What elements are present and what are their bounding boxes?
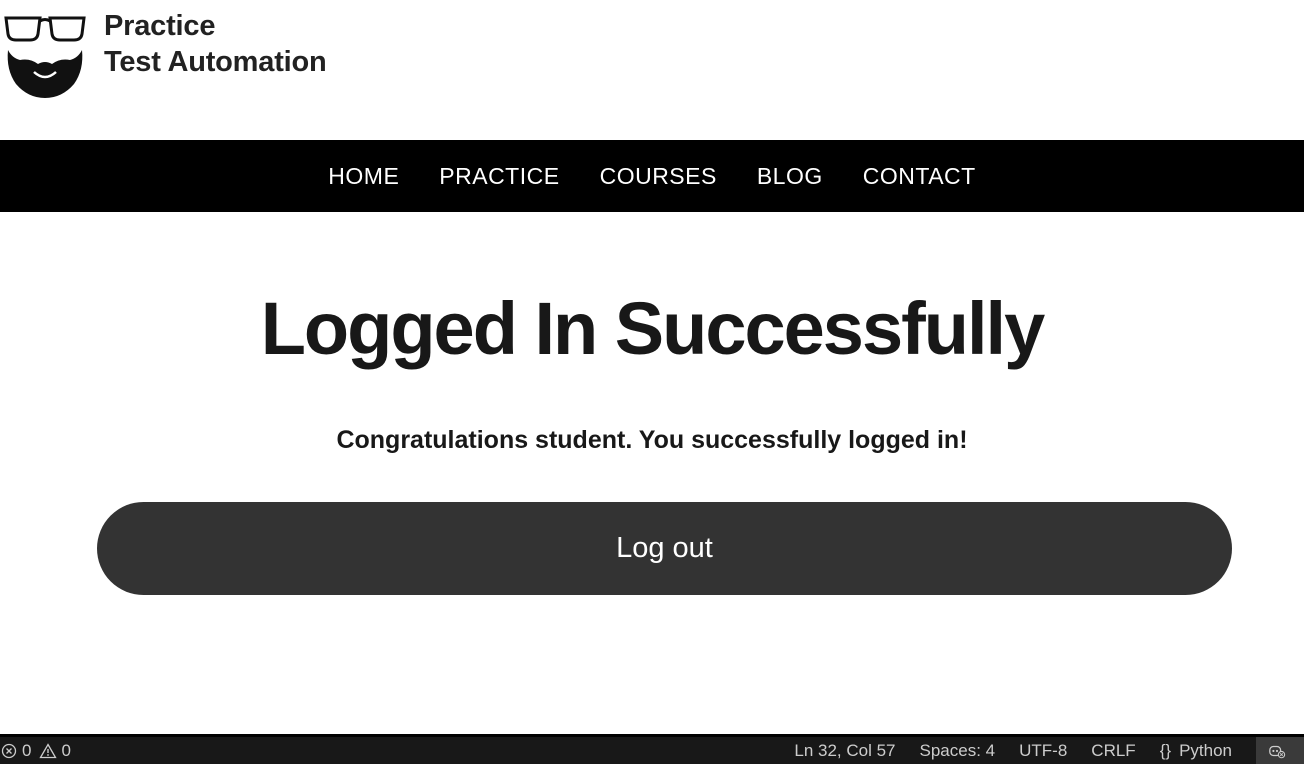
indentation-setting[interactable]: Spaces: 4 [920, 741, 996, 761]
page-title: Logged In Successfully [260, 287, 1046, 370]
logo-line-2: Test Automation [104, 46, 327, 78]
language-label: Python [1179, 740, 1232, 760]
site-header: Practice Test Automation [0, 0, 1304, 140]
language-mode[interactable]: {} Python [1160, 741, 1232, 761]
menu-item-home[interactable]: HOME [328, 163, 399, 190]
menu-item-courses[interactable]: COURSES [600, 163, 717, 190]
error-count: 0 [22, 740, 32, 760]
main-content: Logged In Successfully Congratulations s… [0, 212, 1304, 734]
copilot-status[interactable] [1256, 737, 1304, 764]
site-logo[interactable]: Practice Test Automation [4, 8, 364, 98]
success-message: Congratulations student. You successfull… [336, 426, 968, 454]
status-left: 0 0 [0, 737, 71, 764]
menu-item-practice[interactable]: PRACTICE [439, 163, 559, 190]
logo-text: Practice Test Automation [104, 8, 327, 80]
error-icon [0, 742, 18, 760]
line-ending-setting[interactable]: CRLF [1091, 741, 1135, 761]
problems-indicator[interactable]: 0 0 [0, 741, 71, 761]
warning-count: 0 [61, 740, 71, 760]
menu-item-blog[interactable]: BLOG [757, 163, 823, 190]
encoding-setting[interactable]: UTF-8 [1019, 741, 1067, 761]
status-right: Ln 32, Col 57 Spaces: 4 UTF-8 CRLF {} Py… [794, 737, 1304, 764]
copilot-icon [1268, 742, 1286, 760]
warning-icon [39, 742, 58, 760]
cursor-position[interactable]: Ln 32, Col 57 [794, 741, 895, 761]
logo-glasses-beard-icon [4, 16, 86, 98]
primary-menu: HOME PRACTICE COURSES BLOG CONTACT [0, 140, 1304, 212]
menu-item-contact[interactable]: CONTACT [863, 163, 976, 190]
editor-status-bar: 0 0 Ln 32, Col 57 Spaces: 4 UTF-8 CRLF {… [0, 734, 1304, 764]
braces-icon: {} [1159, 740, 1172, 760]
logout-button[interactable]: Log out [97, 502, 1232, 595]
logo-line-1: Practice [104, 10, 216, 42]
